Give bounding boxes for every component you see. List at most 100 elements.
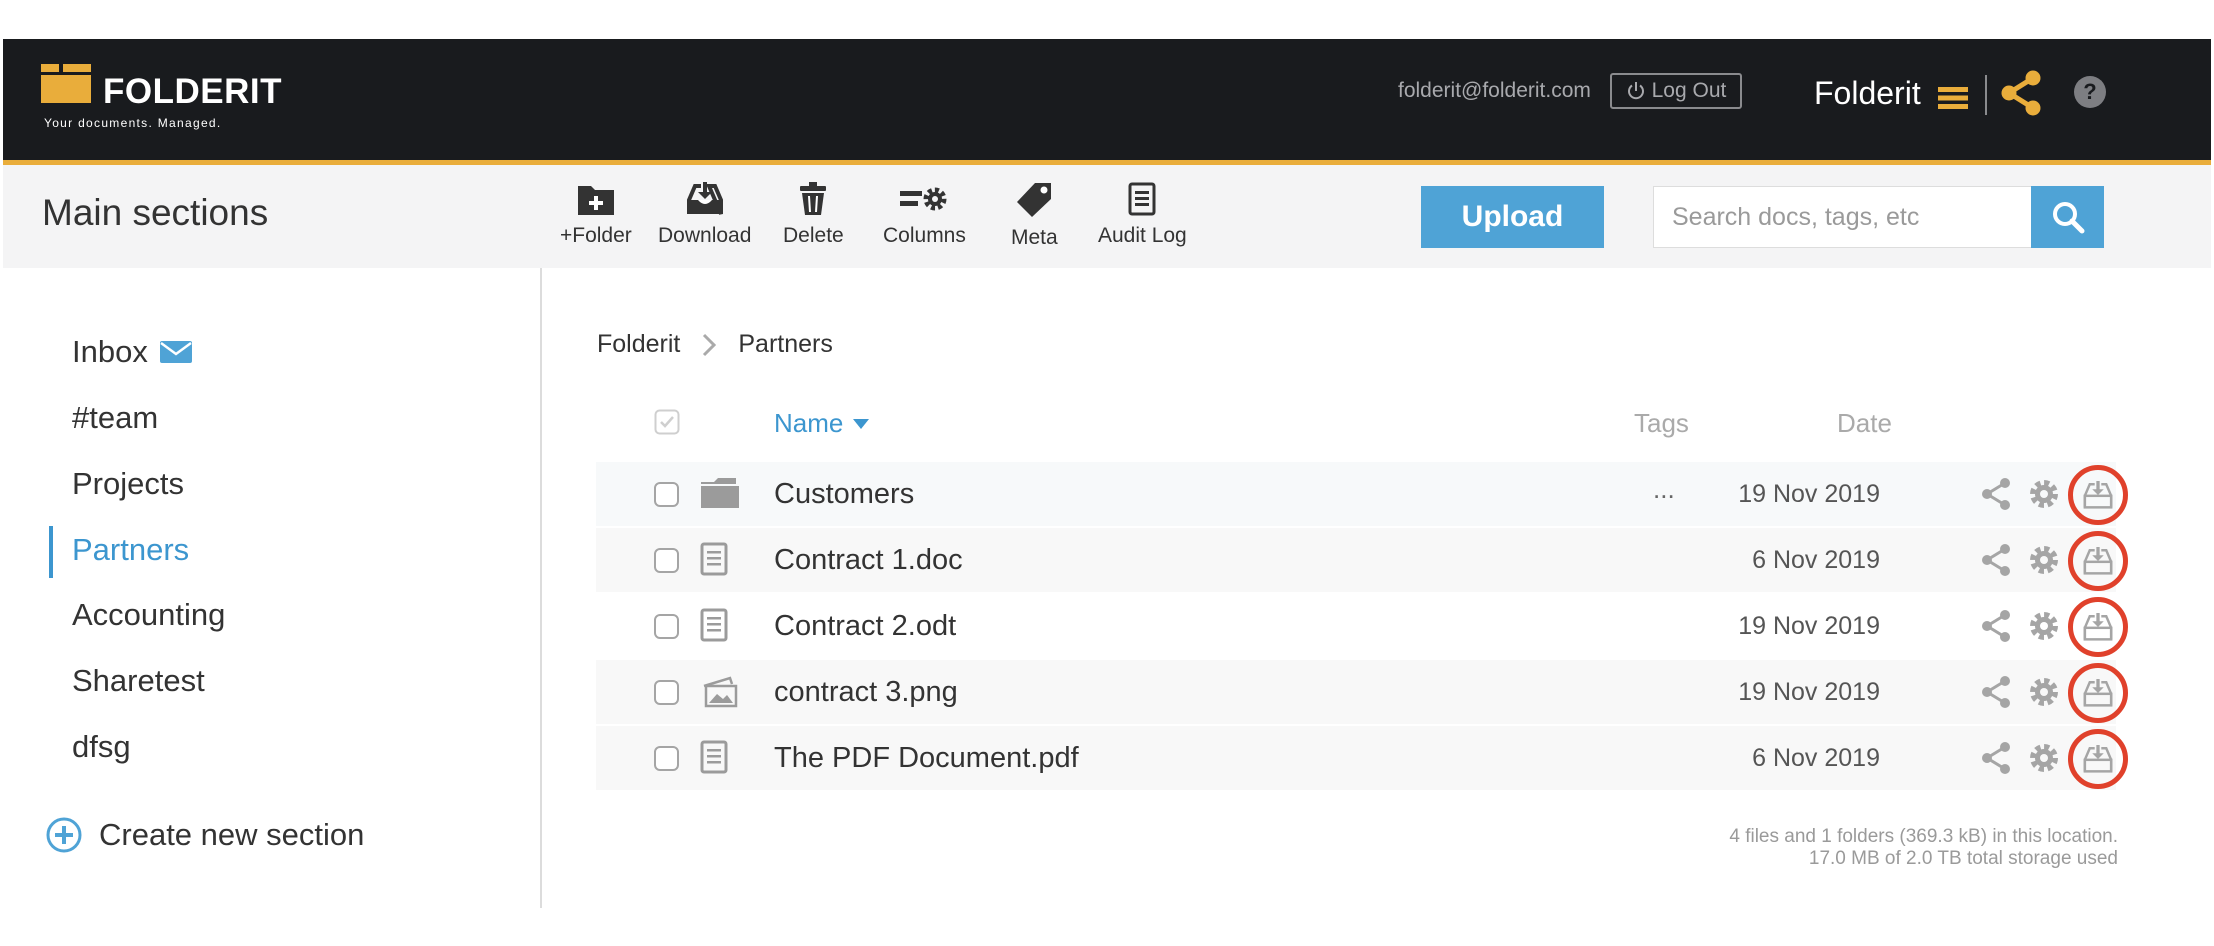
document-icon	[700, 542, 728, 576]
meta-label: Meta	[1011, 226, 1058, 249]
download-button[interactable]: Download	[658, 182, 751, 248]
sidebar-item-label: Partners	[72, 532, 190, 567]
download-tray-icon	[2083, 613, 2113, 641]
document-icon	[700, 608, 728, 642]
file-date: 19 Nov 2019	[1738, 678, 1880, 706]
file-tags: ...	[1653, 474, 1675, 504]
column-header-tags[interactable]: Tags	[1634, 408, 1689, 439]
columns-button[interactable]: Columns	[883, 182, 966, 248]
active-section-indicator	[49, 526, 53, 578]
log-document-icon	[1128, 182, 1156, 216]
file-name[interactable]: contract 3.png	[774, 676, 958, 709]
gear-icon[interactable]	[2028, 478, 2060, 510]
gear-icon[interactable]	[2028, 676, 2060, 708]
file-name[interactable]: Contract 2.odt	[774, 610, 956, 643]
share-icon[interactable]	[1999, 70, 2043, 116]
table-row[interactable]: Customers ... 19 Nov 2019	[596, 462, 2128, 526]
document-icon	[700, 740, 728, 774]
gear-icon[interactable]	[2028, 610, 2060, 642]
table-row[interactable]: The PDF Document.pdf 6 Nov 2019	[596, 726, 2128, 790]
row-checkbox[interactable]	[654, 614, 679, 639]
logout-label: Log Out	[1651, 79, 1727, 102]
brand-tagline: Your documents. Managed.	[44, 116, 222, 130]
sidebar-item-team[interactable]: #team	[72, 400, 158, 436]
table-row[interactable]: Contract 1.doc 6 Nov 2019	[596, 528, 2128, 592]
sidebar-item-inbox[interactable]: Inbox	[72, 334, 192, 370]
download-label: Download	[658, 224, 752, 247]
search-input[interactable]	[1653, 186, 2033, 248]
download-row-button[interactable]	[2068, 729, 2128, 789]
table-row[interactable]: contract 3.png 19 Nov 2019	[596, 660, 2128, 724]
page-title: Main sections	[42, 192, 269, 233]
sidebar-item-label: Accounting	[72, 597, 226, 632]
chevron-right-icon	[703, 333, 717, 356]
sidebar-item-label: Sharetest	[72, 663, 205, 698]
sidebar-item-projects[interactable]: Projects	[72, 466, 184, 502]
file-name[interactable]: The PDF Document.pdf	[774, 742, 1079, 775]
row-checkbox[interactable]	[654, 680, 679, 705]
share-icon[interactable]	[1980, 608, 2012, 644]
breadcrumb: Folderit Partners	[597, 330, 833, 359]
sidebar-item-sharetest[interactable]: Sharetest	[72, 663, 205, 699]
sidebar-item-label: Projects	[72, 466, 184, 501]
download-row-button[interactable]	[2068, 531, 2128, 591]
columns-gear-icon	[900, 187, 947, 211]
upload-button[interactable]: Upload	[1421, 186, 1604, 248]
tag-icon	[1017, 183, 1052, 217]
sidebar-item-label: Inbox	[72, 334, 148, 369]
download-row-button[interactable]	[2068, 663, 2128, 723]
column-header-name[interactable]: Name	[774, 408, 870, 439]
new-folder-button[interactable]: +Folder	[560, 182, 632, 248]
delete-button[interactable]: Delete	[783, 182, 844, 248]
breadcrumb-item-root[interactable]: Folderit	[597, 330, 680, 359]
select-all-checkbox[interactable]	[654, 409, 680, 435]
header-divider	[1985, 75, 1987, 115]
help-icon: ?	[2083, 79, 2097, 104]
sidebar-item-partners[interactable]: Partners	[72, 532, 189, 568]
file-date: 19 Nov 2019	[1738, 480, 1880, 508]
meta-button[interactable]: Meta	[1011, 182, 1058, 250]
sidebar-item-dfsg[interactable]: dfsg	[72, 729, 131, 765]
download-tray-icon	[2083, 547, 2113, 575]
download-tray-icon	[2083, 481, 2113, 509]
logout-button[interactable]: Log Out	[1610, 73, 1742, 109]
image-file-icon	[703, 676, 738, 708]
audit-log-button[interactable]: Audit Log	[1098, 182, 1187, 248]
search-button[interactable]	[2031, 186, 2104, 248]
column-header-date[interactable]: Date	[1837, 408, 1892, 439]
download-tray-icon	[2083, 745, 2113, 773]
columns-label: Columns	[883, 224, 966, 247]
row-checkbox[interactable]	[654, 482, 679, 507]
hamburger-menu-icon[interactable]	[1938, 87, 1968, 109]
sidebar-item-label: #team	[72, 400, 159, 435]
download-row-button[interactable]	[2068, 597, 2128, 657]
storage-summary: 4 files and 1 folders (369.3 kB) in this…	[1729, 826, 2118, 870]
top-header: FOLDERIT Your documents. Managed. folder…	[3, 39, 2211, 165]
breadcrumb-item-current: Partners	[738, 330, 833, 358]
trash-icon	[800, 182, 827, 215]
gear-icon[interactable]	[2028, 742, 2060, 774]
share-icon[interactable]	[1980, 740, 2012, 776]
share-icon[interactable]	[1980, 674, 2012, 710]
account-menu-label[interactable]: Folderit	[1814, 75, 1921, 112]
toolbar: Main sections +Folder Download Delete Co…	[3, 165, 2211, 268]
sidebar-item-accounting[interactable]: Accounting	[72, 597, 225, 633]
share-icon[interactable]	[1980, 542, 2012, 578]
column-name-label: Name	[774, 408, 844, 438]
file-name[interactable]: Customers	[774, 478, 914, 511]
folder-plus-icon	[577, 186, 614, 215]
row-checkbox[interactable]	[654, 548, 679, 573]
create-section-button[interactable]: Create new section	[45, 816, 364, 854]
logo-folder-icon	[41, 64, 91, 103]
storage-usage: 17.0 MB of 2.0 TB total storage used	[1808, 848, 2118, 869]
row-checkbox[interactable]	[654, 746, 679, 771]
help-button[interactable]: ?	[2074, 76, 2106, 108]
gear-icon[interactable]	[2028, 544, 2060, 576]
user-email: folderit@folderit.com	[1398, 79, 1591, 102]
power-icon	[1627, 82, 1644, 100]
download-row-button[interactable]	[2068, 465, 2128, 525]
file-date: 6 Nov 2019	[1752, 744, 1880, 772]
file-name[interactable]: Contract 1.doc	[774, 544, 963, 577]
share-icon[interactable]	[1980, 476, 2012, 512]
table-row[interactable]: Contract 2.odt 19 Nov 2019	[596, 594, 2128, 658]
